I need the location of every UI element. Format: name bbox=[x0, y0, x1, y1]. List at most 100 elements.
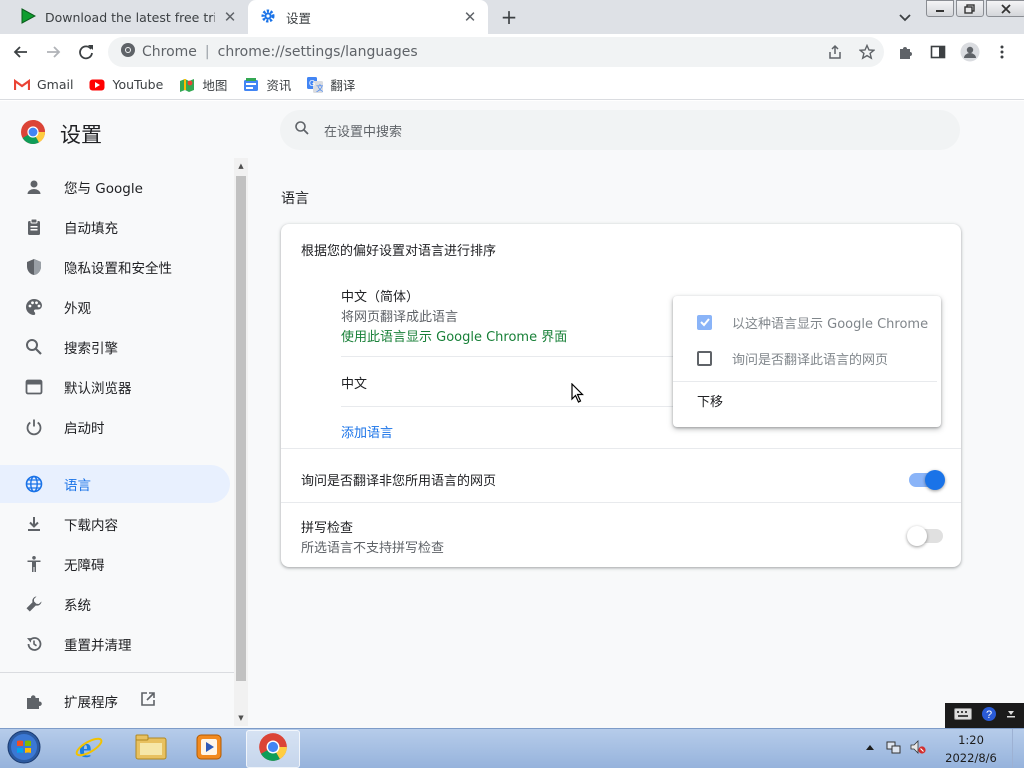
minimize-button[interactable] bbox=[926, 0, 954, 17]
sidebar-scrollbar[interactable]: ▲ ▼ bbox=[234, 158, 248, 726]
language-bar: ? bbox=[945, 703, 1024, 728]
clipboard-icon bbox=[24, 217, 44, 237]
help-icon[interactable]: ? bbox=[981, 706, 997, 726]
reload-button[interactable] bbox=[74, 40, 98, 64]
tab-close-icon[interactable]: ✕ bbox=[222, 9, 238, 25]
taskbar-chrome[interactable] bbox=[246, 730, 300, 768]
sidebar-item-label: 您与 Google bbox=[64, 181, 143, 197]
bookmark-gmail[interactable]: Gmail bbox=[14, 77, 73, 92]
file-explorer-icon bbox=[135, 733, 167, 765]
language-name: 中文（简体） bbox=[341, 290, 420, 305]
sidebar-item-downloads[interactable]: 下载内容 bbox=[0, 505, 230, 543]
restore-button[interactable] bbox=[956, 0, 984, 17]
sidebar-item-accessibility[interactable]: 无障碍 bbox=[0, 545, 230, 583]
internet-explorer-icon: e bbox=[74, 732, 104, 766]
tab-settings[interactable]: 设置 ✕ bbox=[248, 0, 488, 34]
taskbar-media-player[interactable] bbox=[182, 730, 236, 768]
menu-item-display-in-language[interactable]: 以这种语言显示 Google Chrome bbox=[673, 306, 941, 338]
card-separator bbox=[281, 448, 961, 449]
bookmark-translate[interactable]: G文 翻译 bbox=[307, 75, 355, 94]
keyboard-icon[interactable] bbox=[953, 707, 972, 724]
scrollbar-thumb[interactable] bbox=[236, 176, 246, 681]
sidebar-item-on-startup[interactable]: 启动时 bbox=[0, 408, 230, 446]
checkbox-unchecked-icon bbox=[697, 350, 712, 366]
settings-search-input[interactable]: 在设置中搜索 bbox=[280, 110, 960, 150]
forward-button[interactable] bbox=[41, 40, 65, 64]
more-menu-icon[interactable] bbox=[990, 40, 1014, 64]
spellcheck-label: 拼写检查 bbox=[301, 521, 354, 536]
language-translate-note: 将网页翻译成此语言 bbox=[341, 310, 459, 325]
tray-expand-arrow-icon[interactable] bbox=[862, 739, 878, 755]
history-icon bbox=[24, 634, 44, 654]
gmail-icon bbox=[14, 78, 30, 92]
sidebar-item-system[interactable]: 系统 bbox=[0, 585, 230, 623]
tab-download[interactable]: Download the latest free trial ve ✕ bbox=[8, 0, 248, 34]
bookmark-news[interactable]: 资讯 bbox=[243, 75, 291, 94]
sidebar-item-default-browser[interactable]: 默认浏览器 bbox=[0, 368, 230, 406]
bookmark-maps[interactable]: 地图 bbox=[179, 75, 227, 94]
close-window-button[interactable] bbox=[986, 0, 1024, 17]
network-icon[interactable] bbox=[886, 739, 902, 755]
menu-item-move-down[interactable]: 下移 bbox=[673, 384, 941, 416]
start-button[interactable] bbox=[4, 730, 44, 768]
bookmark-label: 资讯 bbox=[266, 78, 292, 93]
sidebar-item-label: 隐私设置和安全性 bbox=[64, 261, 172, 277]
spellcheck-toggle[interactable] bbox=[907, 526, 943, 546]
sidebar-item-label: 搜索引擎 bbox=[64, 341, 118, 357]
sidebar-item-label: 扩展程序 bbox=[64, 695, 118, 711]
bookmark-star-icon[interactable] bbox=[858, 43, 876, 61]
taskbar-clock[interactable]: 1:20 2022/8/6 bbox=[940, 731, 1002, 767]
chevron-down-icon[interactable] bbox=[896, 8, 914, 26]
sidebar-item-reset[interactable]: 重置并清理 bbox=[0, 625, 230, 663]
show-desktop-button[interactable] bbox=[1012, 729, 1024, 768]
bookmark-label: 地图 bbox=[202, 78, 228, 93]
bookmark-label: 翻译 bbox=[330, 78, 356, 93]
profile-avatar-icon[interactable] bbox=[958, 40, 982, 64]
search-placeholder: 在设置中搜索 bbox=[324, 124, 403, 140]
options-arrow-icon[interactable] bbox=[1006, 708, 1016, 724]
back-button[interactable] bbox=[9, 40, 33, 64]
section-title: 语言 bbox=[281, 191, 309, 207]
omnibox-site: Chrome bbox=[142, 44, 197, 60]
extensions-puzzle-icon[interactable] bbox=[894, 40, 918, 64]
tab-title: 设置 bbox=[286, 10, 312, 26]
settings-header: 设置 bbox=[20, 119, 102, 149]
tab-close-icon[interactable]: ✕ bbox=[462, 9, 478, 25]
sidebar-item-extensions[interactable]: 扩展程序 bbox=[0, 682, 230, 720]
sidebar-item-appearance[interactable]: 外观 bbox=[0, 288, 230, 326]
sidebar-item-search-engine[interactable]: 搜索引擎 bbox=[0, 328, 230, 366]
bookmark-label: YouTube bbox=[112, 77, 164, 92]
language-display-note: 使用此语言显示 Google Chrome 界面 bbox=[341, 330, 568, 345]
new-tab-button[interactable]: + bbox=[498, 6, 520, 28]
omnibox-url: chrome://settings/languages bbox=[217, 44, 418, 60]
taskbar-file-explorer[interactable] bbox=[124, 730, 178, 768]
scroll-up-arrow-icon[interactable]: ▲ bbox=[236, 162, 246, 172]
sidebar-item-languages[interactable]: 语言 bbox=[0, 465, 230, 503]
palette-icon bbox=[24, 297, 44, 317]
scroll-down-arrow-icon[interactable]: ▼ bbox=[236, 714, 246, 724]
sidebar-item-privacy[interactable]: 隐私设置和安全性 bbox=[0, 248, 230, 286]
omnibox-separator: | bbox=[204, 44, 210, 60]
sidebar-item-autofill[interactable]: 自动填充 bbox=[0, 208, 230, 246]
menu-item-offer-translate[interactable]: 询问是否翻译此语言的网页 bbox=[673, 342, 941, 374]
sidebar-item-you-and-google[interactable]: 您与 Google bbox=[0, 168, 230, 206]
sidebar-item-label: 启动时 bbox=[64, 421, 105, 437]
add-language-button[interactable]: 添加语言 bbox=[341, 422, 393, 441]
share-icon[interactable] bbox=[826, 43, 844, 61]
taskbar-internet-explorer[interactable]: e bbox=[62, 730, 116, 768]
open-in-new-icon bbox=[140, 691, 156, 711]
address-bar[interactable]: Chrome | chrome://settings/languages bbox=[108, 37, 884, 67]
mouse-cursor-icon bbox=[571, 382, 585, 404]
settings-gear-icon bbox=[260, 8, 276, 27]
browser-window-icon bbox=[24, 377, 44, 397]
volume-muted-icon[interactable] bbox=[910, 739, 926, 755]
sidebar-item-label: 自动填充 bbox=[64, 221, 118, 237]
sidebar-item-label: 无障碍 bbox=[64, 558, 105, 574]
offer-translate-toggle[interactable] bbox=[909, 470, 945, 490]
clock-date: 2022/8/6 bbox=[945, 751, 997, 765]
clock-time: 1:20 bbox=[958, 733, 984, 747]
spellcheck-note: 所选语言不支持拼写检查 bbox=[301, 541, 445, 556]
side-panel-icon[interactable] bbox=[926, 40, 950, 64]
tab-strip: Download the latest free trial ve ✕ 设置 ✕… bbox=[0, 0, 1024, 34]
bookmark-youtube[interactable]: YouTube bbox=[89, 77, 163, 92]
